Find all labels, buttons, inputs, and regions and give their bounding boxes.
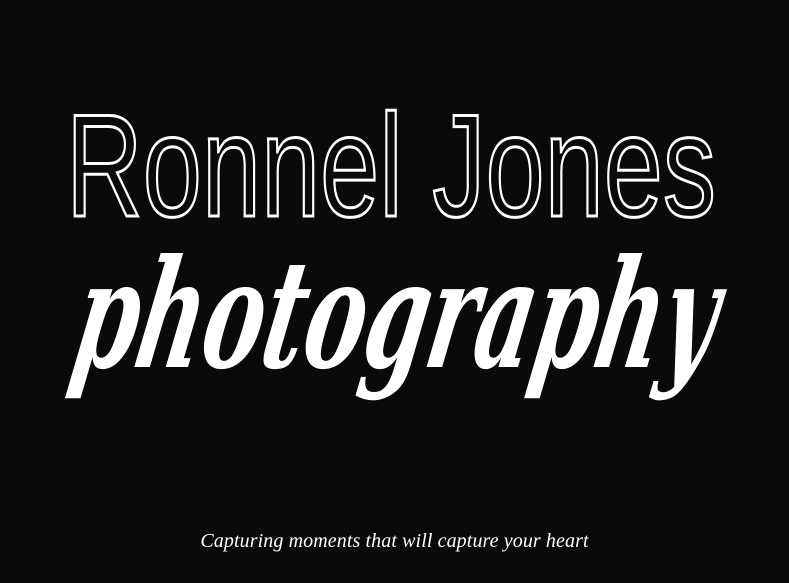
site-logo: Ronnel Jones photography [0,0,789,500]
logo-script-text: photography [62,226,739,403]
logo-name-text: Ronnel Jones [66,84,716,247]
tagline: Capturing moments that will capture your… [200,530,589,552]
splash-page: Ronnel Jones photography Capturing momen… [0,0,789,583]
logo-name-wordmark: Ronnel Jones [65,83,718,249]
logo-script-wordmark: photography [62,226,739,403]
